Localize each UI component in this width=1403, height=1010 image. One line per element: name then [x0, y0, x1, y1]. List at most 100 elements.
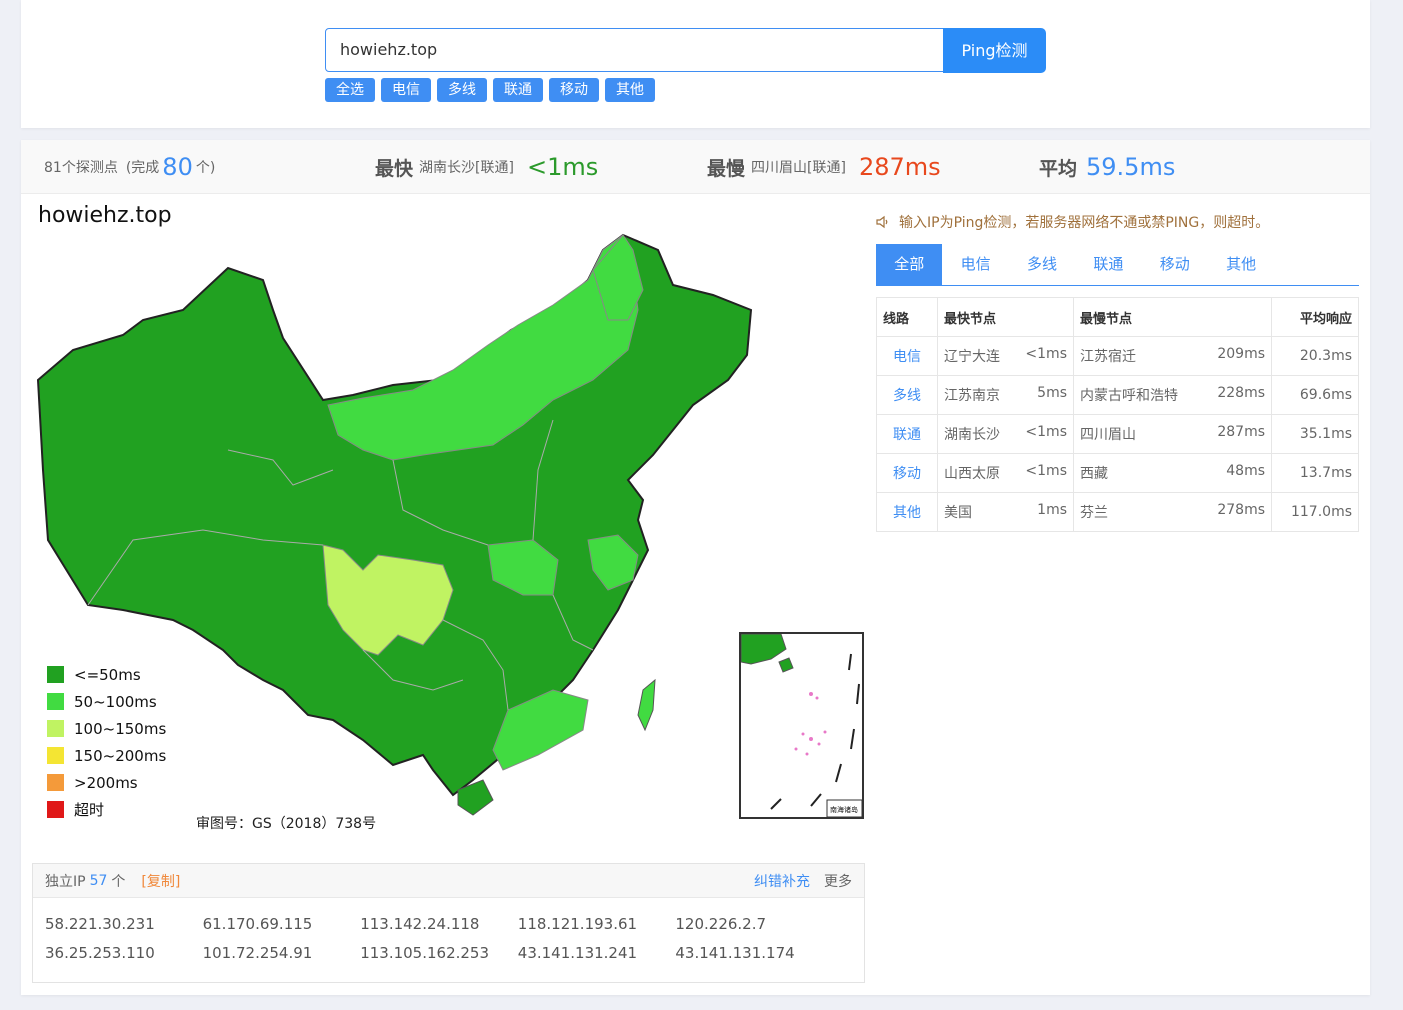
row-average: 117.0ms	[1271, 492, 1359, 532]
legend-label: >200ms	[74, 773, 138, 792]
fast-time: <1ms	[1025, 346, 1067, 362]
speaker-icon	[876, 215, 888, 229]
row-slowest: 江苏宿迁 209ms	[1073, 336, 1272, 376]
row-average: 69.6ms	[1271, 375, 1359, 415]
isp-tag-other[interactable]: 其他	[605, 78, 655, 102]
legend-item: >200ms	[47, 769, 166, 796]
ip-unit: 个	[111, 873, 126, 890]
tab-unicom[interactable]: 联通	[1075, 244, 1141, 285]
ip-item: 43.141.131.174	[675, 944, 795, 962]
ip-item: 113.105.162.253	[360, 944, 490, 962]
slowest-label: 最慢	[707, 157, 746, 180]
report-error-link[interactable]: 纠错补充	[754, 871, 810, 891]
row-slowest: 四川眉山 287ms	[1073, 414, 1272, 454]
fast-node: 美国	[944, 505, 972, 521]
slow-time: 209ms	[1217, 346, 1265, 362]
legend-item: 超时	[47, 796, 166, 823]
fast-time: 1ms	[1037, 502, 1067, 518]
isp-tag-multiline[interactable]: 多线	[437, 78, 487, 102]
slow-node: 江苏宿迁	[1080, 349, 1136, 365]
tab-all[interactable]: 全部	[876, 244, 943, 285]
fastest-stat: 最快 湖南长沙[联通] <1ms	[375, 140, 601, 194]
search-panel: howiehz.top Ping检测 全选 电信 多线 联通 移动 其他	[21, 0, 1370, 128]
ip-item: 43.141.131.241	[517, 944, 638, 962]
legend-swatch	[47, 693, 64, 710]
table-row: 移动 山西太原 <1ms 西藏 48ms 13.7ms	[876, 453, 1359, 493]
isp-tag-telecom[interactable]: 电信	[381, 78, 431, 102]
fast-node: 江苏南京	[944, 388, 1000, 404]
row-slowest: 内蒙古呼和浩特 228ms	[1073, 375, 1272, 415]
more-link[interactable]: 更多	[824, 871, 852, 891]
inset-map: 南海诸岛	[741, 634, 862, 817]
map-legend: <=50ms 50~100ms 100~150ms 150~200ms >200…	[47, 661, 166, 823]
legend-label: 150~200ms	[74, 746, 167, 765]
ping-button[interactable]: Ping检测	[943, 28, 1046, 73]
row-line[interactable]: 其他	[876, 492, 938, 532]
average-value: 59.5ms	[1086, 153, 1176, 181]
slowest-location: 四川眉山[联通]	[751, 160, 846, 176]
inset-title: 南海诸岛	[830, 805, 858, 814]
results-panel: 81个探测点 (完成 80 个) 最快 湖南长沙[联通] <1ms 最慢 四川眉…	[21, 140, 1370, 995]
ip-item: 58.221.30.231	[45, 915, 155, 933]
row-fastest: 山西太原 <1ms	[937, 453, 1074, 493]
isp-filter-tags: 全选 电信 多线 联通 移动 其他	[325, 78, 655, 102]
ip-item: 36.25.253.110	[45, 944, 155, 962]
map-title: howiehz.top	[38, 203, 172, 228]
map-license: 审图号：GS（2018）738号	[196, 816, 377, 832]
map-region-taiwan	[637, 678, 656, 732]
isp-tag-unicom[interactable]: 联通	[493, 78, 543, 102]
table-row: 多线 江苏南京 5ms 内蒙古呼和浩特 228ms 69.6ms	[876, 375, 1359, 415]
row-fastest: 湖南长沙 <1ms	[937, 414, 1074, 454]
fast-time: 5ms	[1037, 385, 1067, 401]
legend-label: 超时	[74, 801, 105, 819]
tab-other[interactable]: 其他	[1208, 244, 1274, 285]
row-line[interactable]: 多线	[876, 375, 938, 415]
row-average: 20.3ms	[1271, 336, 1359, 376]
legend-swatch	[47, 720, 64, 737]
tab-mobile[interactable]: 移动	[1142, 244, 1208, 285]
ip-box-header: 独立IP 57 个 [复制] 纠错补充 更多	[33, 864, 864, 898]
complete-prefix: (完成	[125, 160, 160, 176]
notice-text: 输入IP为Ping检测，若服务器网络不通或禁PING，则超时。	[899, 215, 1270, 231]
slow-time: 48ms	[1226, 463, 1265, 479]
ip-item: 61.170.69.115	[202, 915, 313, 933]
row-fastest: 辽宁大连 <1ms	[937, 336, 1074, 376]
tab-multiline[interactable]: 多线	[1009, 244, 1075, 285]
isp-tag-all[interactable]: 全选	[325, 78, 375, 102]
row-fastest: 美国 1ms	[937, 492, 1074, 532]
col-fastest-node: 最快节点	[937, 297, 1074, 337]
slow-node: 芬兰	[1080, 505, 1108, 521]
isp-tabs: 全部 电信 多线 联通 移动 其他	[876, 244, 1359, 286]
row-line[interactable]: 移动	[876, 453, 938, 493]
fast-node: 山西太原	[944, 466, 1000, 482]
average-stat: 平均 59.5ms	[1039, 140, 1178, 194]
table-row: 联通 湖南长沙 <1ms 四川眉山 287ms 35.1ms	[876, 414, 1359, 454]
legend-swatch	[47, 801, 64, 818]
fastest-value: <1ms	[526, 153, 599, 181]
ip-item: 113.142.24.118	[360, 915, 480, 933]
fastest-label: 最快	[375, 157, 414, 180]
legend-label: 100~150ms	[74, 719, 167, 738]
slow-time: 228ms	[1217, 385, 1265, 401]
slow-node: 西藏	[1080, 466, 1108, 482]
col-line: 线路	[876, 297, 938, 337]
complete-count: 80	[162, 153, 193, 181]
ip-item: 118.121.193.61	[517, 915, 638, 933]
host-input[interactable]: howiehz.top	[325, 28, 945, 72]
ip-item: 120.226.2.7	[675, 915, 767, 933]
slow-node: 内蒙古呼和浩特	[1080, 388, 1178, 404]
row-average: 13.7ms	[1271, 453, 1359, 493]
row-slowest: 芬兰 278ms	[1073, 492, 1272, 532]
fast-node: 湖南长沙	[944, 427, 1000, 443]
isp-tag-mobile[interactable]: 移动	[549, 78, 599, 102]
fast-node: 辽宁大连	[944, 349, 1000, 365]
slow-time: 278ms	[1217, 502, 1265, 518]
copy-ip-button[interactable]: [复制]	[141, 871, 180, 891]
legend-item: 150~200ms	[47, 742, 166, 769]
tab-telecom[interactable]: 电信	[942, 244, 1008, 285]
slowest-value: 287ms	[858, 153, 941, 181]
row-line[interactable]: 联通	[876, 414, 938, 454]
row-line[interactable]: 电信	[876, 336, 938, 376]
legend-swatch	[47, 774, 64, 791]
ip-label: 独立IP	[45, 873, 86, 890]
